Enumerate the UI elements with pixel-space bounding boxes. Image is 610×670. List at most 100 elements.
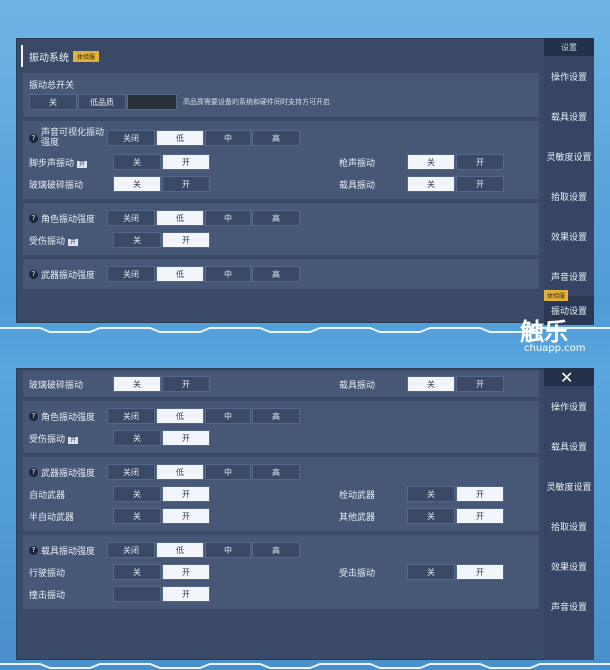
injured-on[interactable]: 开 (162, 232, 210, 248)
vehicle-off[interactable]: 关 (407, 176, 455, 192)
bolt-weapon-on[interactable]: 开 (456, 486, 504, 502)
character-option-high[interactable]: 高 (252, 210, 300, 226)
vehicle-off[interactable]: 关 (407, 376, 455, 392)
footstep-toggle: 关 开 (113, 154, 211, 170)
other-weapon-off[interactable]: 关 (407, 508, 455, 524)
settings-panel-top: 振动系统 体验服 振动总开关 关 低品质 高品质需要设备的系统和硬件同时支持方可… (16, 38, 546, 323)
vehicle-toggle: 关 开 (407, 376, 505, 392)
bolt-weapon-off[interactable]: 关 (407, 486, 455, 502)
weapon-option-low[interactable]: 低 (156, 464, 204, 480)
high-quality-note: 高品质需要设备的系统和硬件同时支持方可开启 (183, 98, 330, 106)
sidebar-item-pickup[interactable]: 拾取设置 (544, 506, 594, 546)
settings-sidebar-top: 设置 操作设置 载具设置 灵敏度设置 拾取设置 效果设置 声音设置 体验服 振动… (544, 38, 594, 325)
character-option-high[interactable]: 高 (252, 408, 300, 424)
vehicle-strength-option-mid[interactable]: 中 (205, 542, 251, 558)
other-weapon-on[interactable]: 开 (456, 508, 504, 524)
auto-weapon-off[interactable]: 关 (113, 486, 161, 502)
auto-weapon-on[interactable]: 开 (162, 486, 210, 502)
master-switch-section: 振动总开关 关 低品质 高品质需要设备的系统和硬件同时支持方可开启 (23, 73, 539, 117)
driving-toggle: 关 开 (113, 564, 211, 580)
glass-off[interactable]: 关 (113, 376, 161, 392)
footstep-on[interactable]: 开 (162, 154, 210, 170)
vehicle-strength-option-low[interactable]: 低 (156, 542, 204, 558)
driving-off[interactable]: 关 (113, 564, 161, 580)
glass-on[interactable]: 开 (162, 376, 210, 392)
character-option-low[interactable]: 低 (156, 210, 204, 226)
injured-off[interactable]: 关 (113, 232, 161, 248)
sound-visual-option-high[interactable]: 高 (252, 130, 300, 146)
master-high-quality-option[interactable] (127, 94, 177, 110)
sidebar-item-vehicle[interactable]: 载具设置 (544, 96, 594, 136)
character-option-off[interactable]: 关闭 (107, 210, 155, 226)
sidebar-item-sensitivity[interactable]: 灵敏度设置 (544, 466, 594, 506)
vehicle-label: 载具振动 (339, 180, 376, 191)
gunshot-on[interactable]: 开 (456, 154, 504, 170)
injured-on[interactable]: 开 (162, 430, 210, 446)
master-off-option[interactable]: 关 (29, 94, 77, 110)
help-icon[interactable]: ? (29, 269, 38, 279)
character-option-low[interactable]: 低 (156, 408, 204, 424)
glass-label: 玻璃破碎振动 (29, 380, 84, 391)
glass-on[interactable]: 开 (162, 176, 210, 192)
weapon-option-low[interactable]: 低 (156, 266, 204, 282)
semi-auto-on[interactable]: 开 (162, 508, 210, 524)
weapon-option-off[interactable]: 关闭 (107, 464, 155, 480)
help-icon[interactable]: ? (29, 545, 38, 555)
help-icon[interactable]: ? (29, 467, 38, 477)
sidebar-item-effects[interactable]: 效果设置 (544, 216, 594, 256)
sound-visual-option-low[interactable]: 低 (156, 130, 204, 146)
vehicle-strength-option-high[interactable]: 高 (252, 542, 300, 558)
help-icon[interactable]: ? (29, 133, 38, 143)
weapon-option-high[interactable]: 高 (252, 266, 300, 282)
weapon-section: ? 武器振动强度 关闭 低 中 高 (23, 259, 539, 289)
character-strength-segment: 关闭 低 中 高 (107, 210, 301, 226)
watermark-url: chuapp.com (524, 343, 586, 354)
hit-toggle: 关 开 (407, 564, 505, 580)
sidebar-item-effects[interactable]: 效果设置 (544, 546, 594, 586)
help-icon[interactable]: ? (29, 213, 38, 223)
sidebar-item-sound[interactable]: 声音设置 (544, 586, 594, 626)
collision-off[interactable] (113, 586, 161, 602)
vehicle-strength-option-off[interactable]: 关闭 (107, 542, 155, 558)
sidebar-item-sensitivity[interactable]: 灵敏度设置 (544, 136, 594, 176)
glass-off[interactable]: 关 (113, 176, 161, 192)
help-icon[interactable]: ? (29, 411, 38, 421)
semi-auto-off[interactable]: 关 (113, 508, 161, 524)
sidebar-item-pickup[interactable]: 拾取设置 (544, 176, 594, 216)
settings-panel-bottom: 玻璃破碎振动 关 开 载具振动 关 开 ? 角色振动强度 关闭 低 中 高 受伤… (16, 368, 546, 660)
auto-weapon-label: 自动武器 (29, 490, 66, 501)
character-strength-segment: 关闭 低 中 高 (107, 408, 301, 424)
sidebar-item-controls[interactable]: 操作设置 (544, 56, 594, 96)
character-option-mid[interactable]: 中 (205, 408, 251, 424)
collision-toggle: 开 (113, 586, 211, 602)
close-icon[interactable]: ✕ (560, 370, 573, 386)
sound-visual-label: 声音可视化振动强度 (41, 128, 105, 148)
injured-label: 受伤振动开 (29, 434, 79, 445)
sidebar-item-controls[interactable]: 操作设置 (544, 386, 594, 426)
weapon-option-off[interactable]: 关闭 (107, 266, 155, 282)
hit-off[interactable]: 关 (407, 564, 455, 580)
hit-on[interactable]: 开 (456, 564, 504, 580)
gunshot-off[interactable]: 关 (407, 154, 455, 170)
wave-divider-bottom (0, 663, 610, 669)
character-option-off[interactable]: 关闭 (107, 408, 155, 424)
injured-label: 受伤振动开 (29, 236, 79, 247)
vehicle-on[interactable]: 开 (456, 376, 504, 392)
gunshot-toggle: 关 开 (407, 154, 505, 170)
footstep-off[interactable]: 关 (113, 154, 161, 170)
sound-visual-option-off[interactable]: 关闭 (107, 130, 155, 146)
watermark-logo: 触乐 (520, 318, 568, 346)
weapon-option-mid[interactable]: 中 (205, 464, 251, 480)
vehicle-label: 载具振动 (339, 380, 376, 391)
weapon-option-high[interactable]: 高 (252, 464, 300, 480)
collision-on[interactable]: 开 (162, 586, 210, 602)
vehicle-on[interactable]: 开 (456, 176, 504, 192)
character-option-mid[interactable]: 中 (205, 210, 251, 226)
master-low-quality-option[interactable]: 低品质 (78, 94, 126, 110)
weapon-option-mid[interactable]: 中 (205, 266, 251, 282)
sidebar-item-vehicle[interactable]: 载具设置 (544, 426, 594, 466)
sound-visual-option-mid[interactable]: 中 (205, 130, 251, 146)
footstep-label: 脚步声振动开 (29, 158, 88, 169)
driving-on[interactable]: 开 (162, 564, 210, 580)
injured-off[interactable]: 关 (113, 430, 161, 446)
